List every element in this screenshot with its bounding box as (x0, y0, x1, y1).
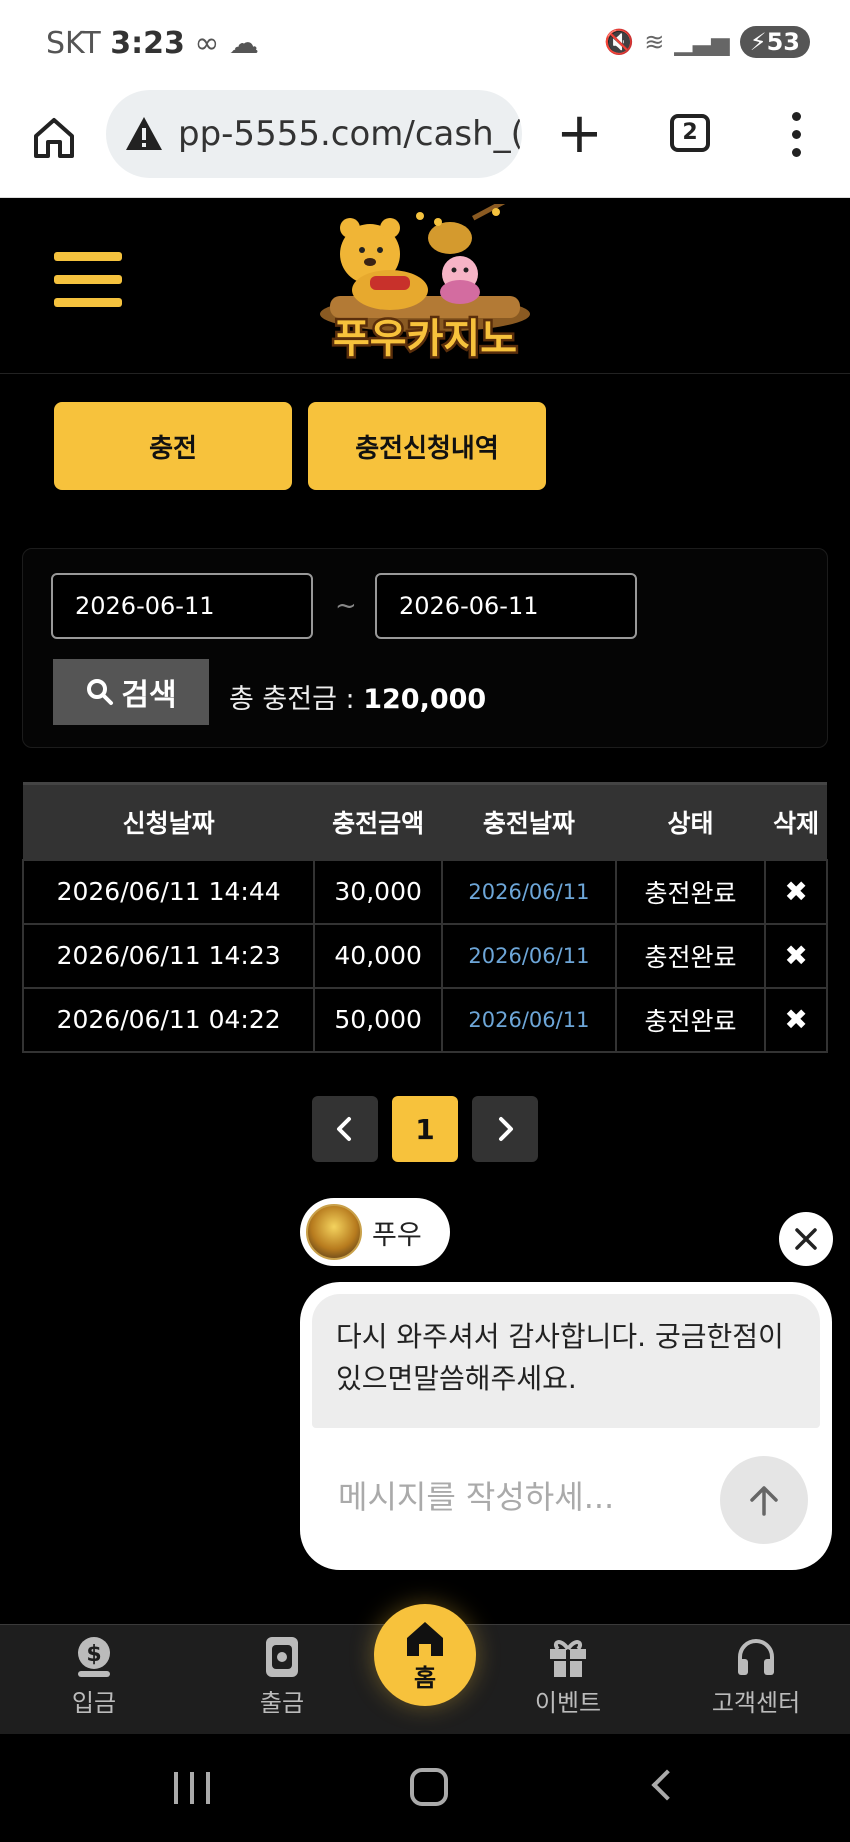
date-separator: ~ (335, 591, 357, 621)
nav-deposit-label: 입금 (71, 1689, 117, 1717)
delete-icon[interactable]: ✖ (764, 986, 828, 1053)
search-panel: 2026-06-11 ~ 2026-06-11 검색 총 충전금 : 120,0… (22, 548, 828, 748)
cell-status: 충전완료 (614, 858, 767, 925)
battery-indicator: ⚡53 (739, 26, 810, 58)
mute-icon: 🔇 (604, 28, 635, 56)
chat-window: 다시 와주셔서 감사합니다. 궁금한점이 있으면말씀해주세요. 메시지를 작성하… (300, 1282, 832, 1570)
close-icon (795, 1228, 817, 1250)
nav-home-label: 홈 (413, 1663, 437, 1692)
status-bar: SKT 3:23 ∞ ☁ 🔇 ≋ ▁▃▅ ⚡53 (0, 0, 850, 90)
cell-charge-date: 2026/06/11 (441, 858, 617, 925)
cell-status: 충전완료 (614, 986, 767, 1053)
warning-icon[interactable] (124, 114, 164, 154)
gift-icon (550, 1640, 586, 1677)
hamburger-menu-icon[interactable] (54, 252, 122, 312)
nav-event[interactable]: 이벤트 (498, 1633, 638, 1718)
date-to-input[interactable]: 2026-06-11 (375, 573, 637, 639)
header-delete: 삭제 (765, 782, 827, 860)
nav-support-label: 고객센터 (711, 1689, 801, 1717)
browser-toolbar: pp-5555.com/cash_( + 2 (0, 90, 850, 198)
charge-history-table: 신청날짜 충전금액 충전날짜 상태 삭제 2026/06/11 14:44 30… (21, 782, 828, 1053)
status-left: SKT 3:23 ∞ ☁ (46, 26, 259, 61)
table-header-row: 신청날짜 충전금액 충전날짜 상태 삭제 (23, 782, 827, 860)
more-menu-icon[interactable] (790, 112, 802, 158)
back-icon[interactable] (651, 1769, 683, 1801)
chat-message: 다시 와주셔서 감사합니다. 궁금한점이 있으면말씀해주세요. (312, 1294, 820, 1428)
cell-status: 충전완료 (614, 922, 767, 989)
tab-count-button[interactable]: 2 (670, 114, 710, 152)
recents-icon[interactable] (174, 1772, 210, 1804)
signal-icon: ▁▃▅ (674, 28, 730, 56)
nav-event-label: 이벤트 (534, 1689, 602, 1717)
chat-close-button[interactable] (779, 1212, 833, 1266)
chevron-right-icon (499, 1117, 513, 1141)
header-amount: 충전금액 (314, 782, 443, 860)
header-status: 상태 (615, 782, 766, 860)
delete-icon[interactable]: ✖ (764, 922, 828, 989)
delete-icon[interactable]: ✖ (764, 858, 828, 925)
table-row: 2026/06/11 04:22 50,000 2026/06/11 충전완료 … (21, 986, 828, 1053)
cell-request-date: 2026/06/11 14:23 (21, 922, 316, 989)
search-icon (87, 679, 114, 705)
date-from-input[interactable]: 2026-06-11 (51, 573, 313, 639)
tab-charge-history[interactable]: 충전신청내역 (308, 402, 546, 490)
status-right: 🔇 ≋ ▁▃▅ ⚡53 (604, 26, 810, 58)
chat-message-input[interactable]: 메시지를 작성하세... (338, 1472, 614, 1518)
clock: 3:23 (110, 26, 185, 61)
cell-request-date: 2026/06/11 04:22 (21, 986, 316, 1053)
next-page-button[interactable] (472, 1096, 538, 1162)
header-request-date: 신청날짜 (23, 782, 315, 860)
infinity-icon: ∞ (194, 26, 220, 61)
logo-text: 푸우카지노 (333, 316, 517, 362)
tab-charge[interactable]: 충전 (54, 402, 292, 490)
nav-deposit[interactable]: $ 입금 (24, 1633, 164, 1718)
dollar-coin-icon: $ (78, 1637, 110, 1677)
search-button[interactable]: 검색 (53, 659, 209, 725)
nav-home[interactable]: 홈 (374, 1604, 476, 1706)
cell-amount: 40,000 (313, 922, 444, 989)
new-tab-icon[interactable]: + (556, 106, 603, 162)
total-charge-label: 총 충전금 : (229, 684, 355, 715)
battery-level: 53 (766, 28, 800, 56)
nav-withdraw-label: 출금 (259, 1689, 305, 1717)
address-bar[interactable]: pp-5555.com/cash_( (106, 90, 522, 178)
cell-request-date: 2026/06/11 14:44 (21, 858, 316, 925)
wifi-icon: ≋ (644, 28, 665, 56)
nav-support[interactable]: 고객센터 (686, 1633, 826, 1718)
url-text: pp-5555.com/cash_( (178, 114, 522, 154)
prev-page-button[interactable] (312, 1096, 378, 1162)
total-charge: 총 충전금 : 120,000 (229, 677, 486, 716)
search-button-label: 검색 (121, 678, 177, 713)
headset-icon (738, 1639, 774, 1675)
system-nav-bar (0, 1734, 850, 1842)
site-logo[interactable]: 푸우카지노 (300, 204, 550, 364)
arrow-up-icon (750, 1486, 778, 1516)
carrier-label: SKT (46, 26, 101, 61)
cell-amount: 30,000 (313, 858, 444, 925)
home-icon (407, 1621, 443, 1656)
wallet-icon (266, 1637, 298, 1677)
chat-avatar (306, 1204, 362, 1260)
cell-charge-date: 2026/06/11 (441, 922, 617, 989)
chat-send-button[interactable] (720, 1456, 808, 1544)
total-charge-value: 120,000 (363, 684, 487, 715)
cell-charge-date: 2026/06/11 (441, 986, 617, 1053)
chat-agent-badge[interactable]: 푸우 (300, 1198, 450, 1266)
chat-agent-name: 푸우 (372, 1219, 422, 1251)
page-1-button[interactable]: 1 (392, 1096, 458, 1162)
cell-amount: 50,000 (313, 986, 444, 1053)
svg-text:$: $ (86, 1642, 101, 1667)
chevron-left-icon (337, 1117, 351, 1141)
site-header: 푸우카지노 (0, 198, 850, 374)
browser-home-icon[interactable] (30, 114, 78, 162)
cloud-icon: ☁ (228, 26, 259, 61)
table-row: 2026/06/11 14:44 30,000 2026/06/11 충전완료 … (21, 858, 828, 925)
table-row: 2026/06/11 14:23 40,000 2026/06/11 충전완료 … (21, 922, 828, 989)
header-charge-date: 충전날짜 (442, 782, 616, 860)
system-home-icon[interactable] (410, 1768, 448, 1806)
nav-withdraw[interactable]: 출금 (212, 1633, 352, 1718)
